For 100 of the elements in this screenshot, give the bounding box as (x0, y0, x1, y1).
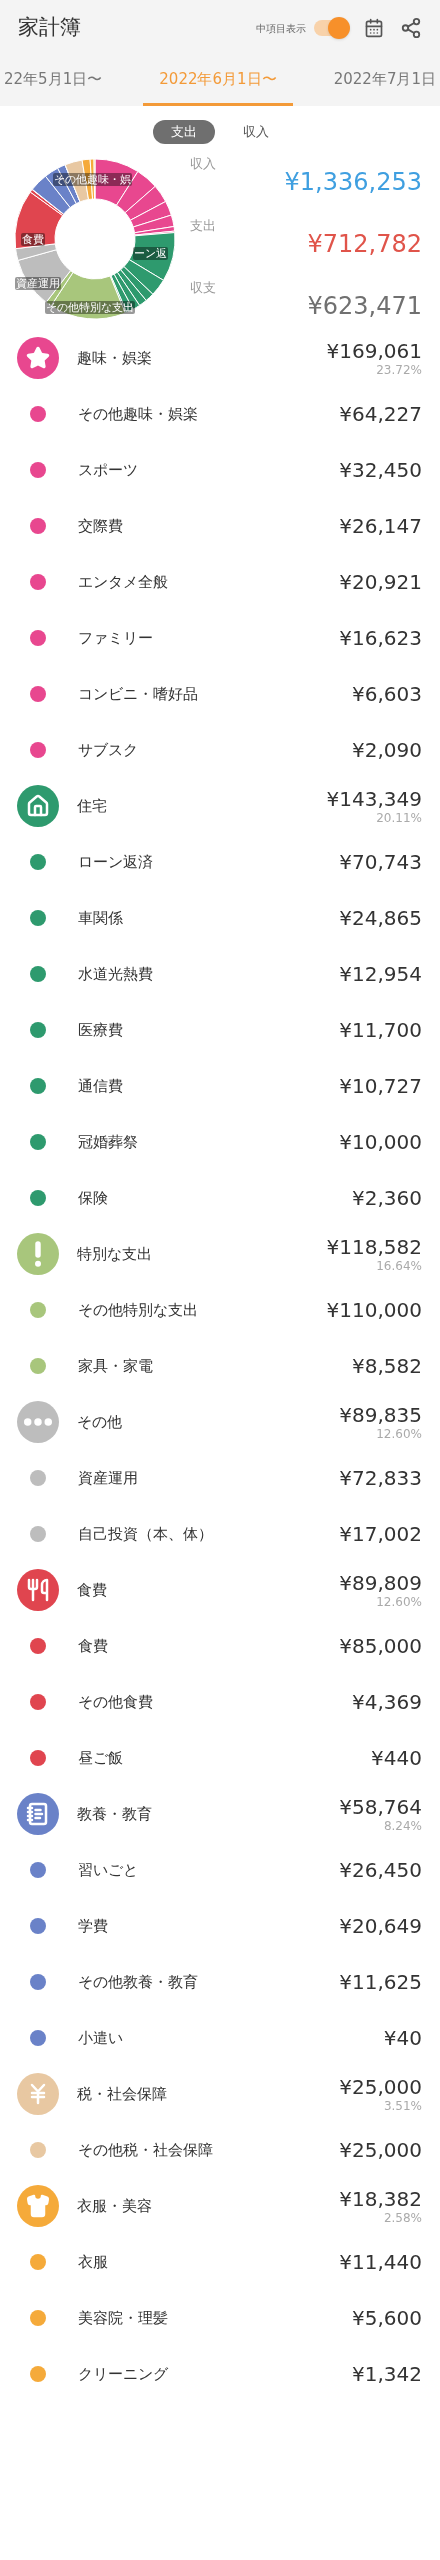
category-percent: 12.60% (376, 1427, 422, 1441)
share-icon[interactable] (400, 17, 422, 39)
shirt-icon (26, 2194, 50, 2218)
item-name: その他食費 (78, 1691, 154, 1713)
item-name: 美容院・理髪 (78, 2307, 169, 2329)
item-amount: ¥8,582 (352, 1353, 422, 1380)
item-amount: ¥4,369 (352, 1689, 422, 1716)
item-amount: ¥16,623 (339, 625, 422, 652)
item-amount: ¥24,865 (339, 905, 422, 932)
dots-icon (24, 1418, 52, 1426)
category-name: 教養・教育 (77, 1803, 153, 1825)
item-amount: ¥40 (383, 2025, 422, 2052)
toggle-label: 中項目表示 (256, 21, 306, 36)
toggle-switch[interactable] (314, 20, 348, 36)
item-amount: ¥70,743 (339, 849, 422, 876)
item-name: 家具・家電 (78, 1355, 154, 1377)
category-percent: 16.64% (376, 1259, 422, 1273)
item-name: 通信費 (78, 1075, 124, 1097)
slice-label: ーン返 (133, 247, 168, 260)
category-amount: ¥25,000 (339, 2075, 422, 2099)
item-amount: ¥5,600 (352, 2305, 422, 2332)
item-amount: ¥6,603 (352, 681, 422, 708)
item-name: 学費 (78, 1915, 109, 1937)
summary-amount: ¥1,336,253 (284, 167, 422, 198)
item-amount: ¥25,000 (339, 2137, 422, 2164)
item-name: 食費 (78, 1635, 109, 1657)
item-amount: ¥1,342 (352, 2361, 422, 2388)
category-amount: ¥118,582 (326, 1235, 422, 1259)
category-percent: 3.51% (383, 2099, 422, 2113)
item-name: ファミリー (78, 627, 154, 649)
category-name: 趣味・娯楽 (77, 347, 153, 369)
category-name: 税・社会保障 (77, 2083, 168, 2105)
item-amount: ¥20,921 (339, 569, 422, 596)
house-icon (26, 794, 50, 818)
item-amount: ¥85,000 (339, 1633, 422, 1660)
notebook-icon (26, 1802, 50, 1826)
exclamation-icon (35, 1241, 41, 1267)
slice-label: その他趣味・娯 (53, 173, 132, 186)
summary-label: 収支 (190, 279, 216, 297)
item-amount: ¥32,450 (339, 457, 422, 484)
summary-amount: ¥712,782 (307, 229, 422, 260)
item-name: 医療費 (78, 1019, 124, 1041)
item-amount: ¥17,002 (339, 1521, 422, 1548)
type-tab[interactable]: 支出 (153, 120, 215, 144)
item-name: 保険 (78, 1187, 109, 1209)
item-name: エンタメ全般 (78, 571, 169, 593)
slice-label: 資産運用 (15, 277, 61, 290)
star-icon (26, 346, 50, 370)
item-name: 車関係 (78, 907, 124, 929)
category-name: 特別な支出 (77, 1243, 153, 1265)
summary-label: 収入 (190, 155, 216, 173)
category-amount: ¥143,349 (326, 787, 422, 811)
category-percent: 20.11% (376, 811, 422, 825)
item-amount: ¥11,625 (339, 1969, 422, 1996)
item-amount: ¥440 (371, 1745, 422, 1772)
item-amount: ¥26,147 (339, 513, 422, 540)
item-amount: ¥10,000 (339, 1129, 422, 1156)
item-name: 資産運用 (78, 1467, 139, 1489)
item-name: スポーツ (78, 459, 139, 481)
category-name: その他 (77, 1411, 123, 1433)
category-percent: 23.72% (376, 363, 422, 377)
summary-label: 支出 (190, 217, 216, 235)
item-name: 自己投資（本、体） (78, 1523, 214, 1545)
summary-amount: ¥623,471 (307, 291, 422, 322)
item-amount: ¥11,700 (339, 1017, 422, 1044)
category-percent: 2.58% (383, 2211, 422, 2225)
slice-label: その他特別な支出 (45, 301, 135, 314)
item-amount: ¥10,727 (339, 1073, 422, 1100)
item-name: 水道光熱費 (78, 963, 154, 985)
category-percent: 8.24% (383, 1819, 422, 1833)
item-name: 習いごと (78, 1859, 139, 1881)
item-name: 冠婚葬祭 (78, 1131, 139, 1153)
period-tab[interactable]: 2022年7月1日 (327, 56, 440, 106)
category-name: 衣服・美容 (77, 2195, 153, 2217)
slice-label: 食費 (21, 233, 45, 246)
item-name: コンビニ・嗜好品 (78, 683, 199, 705)
item-name: 衣服 (78, 2251, 109, 2273)
category-name: 食費 (77, 1579, 108, 1601)
item-name: その他教養・教育 (78, 1971, 199, 1993)
item-name: 交際費 (78, 515, 124, 537)
item-name: その他趣味・娯楽 (78, 403, 199, 425)
item-name: クリーニング (78, 2363, 169, 2385)
item-amount: ¥11,440 (339, 2249, 422, 2276)
app-title: 家計簿 (18, 14, 81, 42)
calendar-icon[interactable] (364, 18, 384, 38)
category-amount: ¥89,835 (339, 1403, 422, 1427)
item-amount: ¥12,954 (339, 961, 422, 988)
item-amount: ¥2,360 (352, 1185, 422, 1212)
type-tab[interactable]: 収入 (225, 120, 287, 144)
category-amount: ¥89,809 (339, 1571, 422, 1595)
item-amount: ¥64,227 (339, 401, 422, 428)
period-tab[interactable]: 22年5月1日〜 (0, 56, 109, 106)
item-amount: ¥72,833 (339, 1465, 422, 1492)
item-amount: ¥20,649 (339, 1913, 422, 1940)
item-name: 小遣い (78, 2027, 124, 2049)
category-amount: ¥58,764 (339, 1795, 422, 1819)
category-amount: ¥18,382 (339, 2187, 422, 2211)
item-name: その他税・社会保障 (78, 2139, 214, 2161)
item-name: サブスク (78, 739, 139, 761)
item-name: ローン返済 (78, 851, 154, 873)
